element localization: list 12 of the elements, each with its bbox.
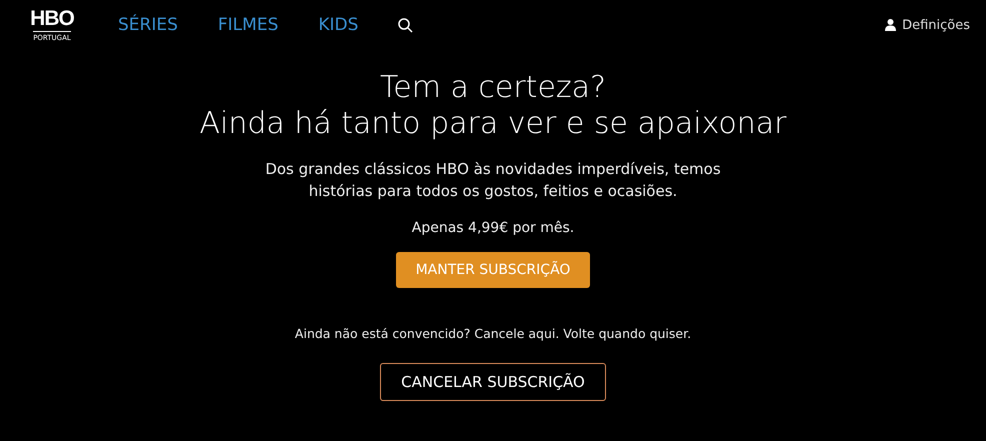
search-icon[interactable] xyxy=(398,18,414,32)
nav-link[interactable]: KIDS xyxy=(318,15,358,35)
cancel-note: Ainda não está convencido? Cancele aqui. Volte quando quiser. xyxy=(294,326,692,341)
nav-link[interactable]: SÉRIES xyxy=(118,15,178,35)
brand-logo[interactable]: HBO xyxy=(30,8,74,28)
nav-link[interactable]: FILMES xyxy=(218,15,278,35)
cancel-subscription-button[interactable]: CANCELAR SUBSCRIÇÃO xyxy=(380,363,606,401)
settings-link[interactable]: Definições xyxy=(885,18,970,32)
price-text: Apenas 4,99€ por mês. xyxy=(412,220,574,236)
user-icon xyxy=(885,19,896,31)
description: Dos grandes clássicos HBO às novidades imperdíveis, temos histórias para todos os gostos, feitios e ocasiões. xyxy=(265,159,721,202)
heading: Tem a certeza? Ainda há tanto para ver e se apaixonar xyxy=(199,70,787,142)
